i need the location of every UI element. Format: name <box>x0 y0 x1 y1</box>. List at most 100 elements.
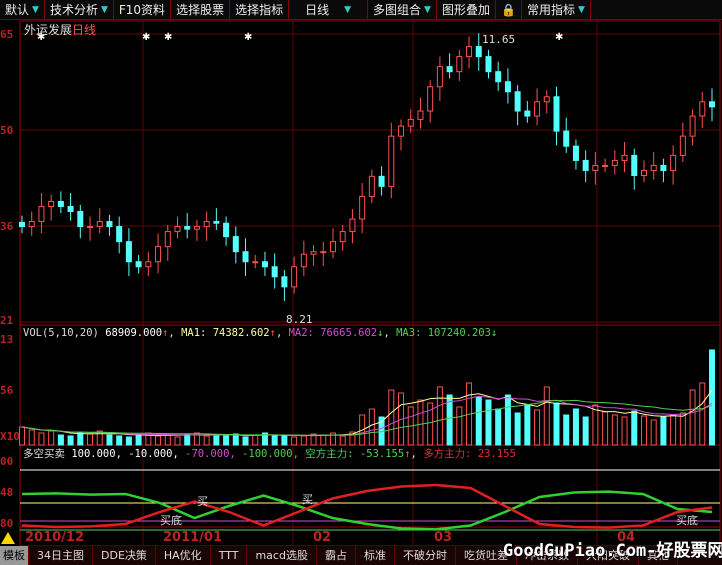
candle-body <box>485 56 492 73</box>
candle-body <box>689 115 696 137</box>
toolbar-period[interactable]: 日线 ▼ <box>289 0 369 20</box>
dropdown-icon[interactable]: ▼ <box>424 0 431 20</box>
tab-item[interactable]: macd选股 <box>247 546 317 565</box>
volume-bar <box>388 389 395 446</box>
candle-body <box>193 226 200 230</box>
candle-body <box>310 251 317 255</box>
volume-bar <box>504 394 511 446</box>
tab-item[interactable]: 34日主图 <box>29 546 93 565</box>
axis-label: 80 <box>0 517 14 530</box>
dropdown-icon[interactable]: ▼ <box>101 0 108 20</box>
volume-bar <box>77 432 84 446</box>
dropdown-icon[interactable]: ▼ <box>344 0 351 20</box>
candle-body <box>572 145 579 161</box>
candle-body <box>329 241 336 253</box>
candle-body <box>660 164 667 171</box>
toolbar-default[interactable]: 默认 ▼ <box>0 0 45 20</box>
low-label: 8.21 <box>286 313 313 326</box>
candle-body <box>28 221 35 228</box>
volume-bar <box>252 434 259 446</box>
axis-label: 50 <box>0 124 14 137</box>
volume-bar <box>670 414 677 446</box>
candle-body <box>417 110 424 120</box>
candle-body <box>679 135 686 156</box>
candle-body <box>427 86 434 112</box>
toolbar-multi-chart[interactable]: 多图组合 ▼ <box>368 0 437 20</box>
candle-body <box>38 205 45 223</box>
buy-bottom-signal: 买底 <box>676 514 698 527</box>
candle-body <box>446 66 453 73</box>
candle-body <box>631 154 638 176</box>
buy-signal: 买 <box>302 493 313 506</box>
stock-chart[interactable]: ✱ ✱ ✱ ✱ ✱ <box>0 20 722 546</box>
volume-bar <box>514 412 521 446</box>
candle-body <box>553 96 560 132</box>
volume-bar <box>524 404 531 446</box>
axis-label: 65 <box>0 28 14 41</box>
candle-body <box>96 221 103 228</box>
candle-body <box>466 46 473 58</box>
volume-bar <box>48 430 55 446</box>
event-star-icon: ✱ <box>142 32 150 43</box>
volume-bar <box>116 435 123 446</box>
toolbar-tech-analysis[interactable]: 技术分析 ▼ <box>45 0 114 20</box>
candle-body <box>456 56 463 73</box>
watermark: GoodGuPiao.Com-好股票网 <box>503 541 722 561</box>
volume-legend: VOL(5,10,20) 68909.000↑, MA1: 74382.602↑… <box>23 327 498 339</box>
tab-item[interactable]: DDE决策 <box>93 546 156 565</box>
volume-bar <box>291 436 298 446</box>
candle-body <box>145 261 152 268</box>
volume-ma-line <box>21 395 713 436</box>
event-star-icon: ✱ <box>164 32 172 43</box>
candle-body <box>602 164 609 167</box>
dropdown-icon[interactable]: ▼ <box>578 0 585 20</box>
volume-bar <box>174 436 181 446</box>
toolbar-select-indicator[interactable]: 选择指标 <box>230 0 290 20</box>
tab-item[interactable]: 霸占 <box>317 546 356 565</box>
toolbar-f10[interactable]: F10资料 <box>114 0 172 20</box>
label: 选择股票 <box>176 3 225 17</box>
volume-bar <box>87 433 94 446</box>
label: 选择指标 <box>235 3 284 17</box>
tab-item[interactable]: 模板 <box>0 546 29 565</box>
candle-body <box>388 135 395 187</box>
volume-bar <box>485 399 492 446</box>
volume-bar <box>417 399 424 446</box>
toolbar-overlay[interactable]: 图形叠加 <box>437 0 496 20</box>
axis-label: X10 <box>0 430 20 443</box>
volume-bar <box>679 412 686 446</box>
volume-bar <box>631 410 638 446</box>
volume-bar <box>436 386 443 446</box>
candle-body <box>116 226 123 243</box>
volume-bar <box>553 402 560 446</box>
candle-body <box>155 246 162 263</box>
label: 技术分析 <box>49 3 98 17</box>
tab-item[interactable]: HA优化 <box>156 546 211 565</box>
volume-bar <box>611 414 618 446</box>
candle-body <box>359 195 366 220</box>
candle-body <box>261 261 268 268</box>
volume-bar <box>339 435 346 446</box>
date-label: 2010/12 <box>25 530 85 545</box>
lock-icon[interactable]: 🔒 <box>496 0 522 20</box>
candle-body <box>495 71 502 83</box>
candle-body <box>349 218 356 233</box>
axis-label: 13 <box>0 333 14 346</box>
tab-item[interactable]: 标准 <box>356 546 395 565</box>
toolbar-common-indicators[interactable]: 常用指标 ▼ <box>522 0 591 20</box>
tab-item[interactable]: TTT <box>211 546 248 565</box>
volume-bar <box>592 404 599 446</box>
candle-body <box>48 200 55 207</box>
date-label: 02 <box>313 530 332 545</box>
candle-body <box>203 221 210 228</box>
tab-item[interactable]: 不破分时 <box>395 546 456 565</box>
volume-bar <box>368 408 375 446</box>
volume-bar <box>650 419 657 446</box>
high-label: 11.65 <box>482 33 516 46</box>
candle-body <box>252 261 259 264</box>
dropdown-icon[interactable]: ▼ <box>32 0 39 20</box>
toolbar-select-stock[interactable]: 选择股票 <box>171 0 231 20</box>
warning-icon[interactable] <box>1 532 15 544</box>
candle-body <box>57 200 64 207</box>
volume-bar <box>699 382 706 446</box>
